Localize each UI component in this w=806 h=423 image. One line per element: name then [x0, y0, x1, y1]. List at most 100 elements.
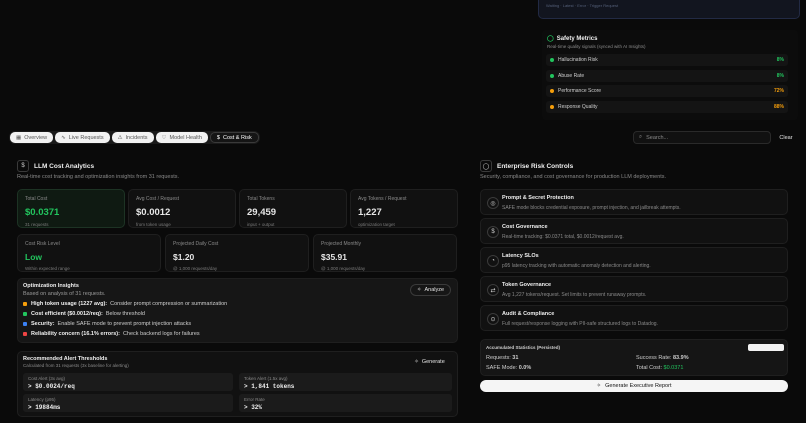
stat-sub: 31 requests	[25, 222, 49, 227]
insight-bold: Security:	[31, 321, 55, 327]
stat-sub: @ 1,000 requests/day	[173, 266, 218, 271]
status-dot-icon	[23, 301, 27, 306]
risk-control-icon: ⊙	[487, 313, 499, 325]
status-dot-icon	[23, 331, 27, 336]
tab-incidents[interactable]: ⚠ Incidents	[111, 132, 154, 143]
insight-item: Cost efficient ($0.0012/req): Below thres…	[23, 311, 145, 317]
safety-metric-row: Hallucination Risk 8%	[546, 54, 788, 66]
stat-value: 1,227	[358, 207, 382, 218]
generate-label: Generate	[421, 359, 445, 365]
risk-control-item: ⊙ Audit & Compliance Full request/response…	[480, 305, 788, 331]
status-dot-icon	[23, 321, 27, 326]
dollar-icon: $	[17, 160, 29, 172]
threshold-value: > 19884ms	[28, 404, 61, 411]
safety-metric-label: Response Quality	[558, 103, 598, 110]
accumulated-title: Accumulated Statistics (Persisted)	[486, 345, 561, 350]
clear-button[interactable]: Clear	[777, 131, 795, 144]
safety-title-text: Safety Metrics	[556, 35, 598, 42]
stat-label: Total Cost	[25, 196, 48, 202]
threshold-item: Error Rate > 32%	[239, 394, 452, 412]
safety-metric-value: 88%	[773, 103, 784, 110]
stat-label: Projected Daily Cost	[173, 241, 219, 247]
risk-control-icon: ◔	[487, 255, 499, 267]
top-panel-note: Waiting · Latest · Error · Trigger Reque…	[546, 3, 619, 8]
risk-control-desc: Full request/response logging with PII-s…	[502, 321, 658, 327]
safety-metric-row: Abuse Rate 8%	[546, 69, 788, 82]
shield-icon: ◯	[547, 36, 554, 42]
threshold-value: > 32%	[244, 404, 263, 411]
threshold-value: > 1,841 tokens	[244, 383, 295, 390]
safety-metric-value: 72%	[773, 88, 784, 94]
risk-control-icon: ⇄	[487, 284, 499, 296]
cost-subtitle: Real-time cost tracking and optimization…	[17, 174, 180, 180]
tab-label: Cost & Risk	[222, 134, 252, 141]
tab-icon: ⚠	[117, 134, 123, 141]
tab-overview[interactable]: ▦ Overview	[10, 132, 54, 143]
tab-cost-risk[interactable]: $ Cost & Risk	[209, 132, 259, 143]
stat-sub: Within expected range	[25, 266, 70, 271]
success-value: 83.9%	[673, 355, 689, 361]
risk-control-item: ⇄ Token Governance Avg 1,227 tokens/reques…	[480, 276, 788, 302]
safety-metric-value: 8%	[776, 72, 784, 79]
risk-control-title: Token Governance	[502, 282, 552, 288]
risk-subtitle: Security, compliance, and cost governanc…	[480, 174, 667, 180]
risk-title: Enterprise Risk Controls	[497, 162, 574, 170]
stat-sub: @ 1,000 requests/day	[321, 266, 366, 271]
risk-control-item: ◎ Prompt & Secret Protection SAFE mode blo…	[480, 189, 788, 215]
insight-text: Check backend logs for failures	[122, 331, 200, 337]
risk-control-desc: SAFE mode blocks credential exposure, pr…	[502, 205, 681, 211]
sparkle-icon: ✧	[596, 383, 602, 389]
tab-label: Live Requests	[68, 134, 104, 141]
total-cost-stat: Total Cost: $0.0371	[636, 365, 683, 371]
threshold-label: Cost Alert (3x avg)	[28, 376, 66, 381]
status-dot-icon	[23, 311, 27, 316]
thresholds-subtitle: Calculated from 31 requests (3x baseline…	[23, 363, 129, 368]
requests-value: 31	[512, 355, 519, 361]
threshold-value: > $0.0024/req	[28, 383, 75, 390]
safety-metric-label: Hallucination Risk	[558, 57, 598, 63]
tab-live-requests[interactable]: ∿ Live Requests	[55, 132, 110, 143]
search-input[interactable]: ⌕ Search...	[633, 131, 771, 144]
tab-model-health[interactable]: ♡ Model Health	[155, 132, 208, 143]
risk-control-item: ◔ Latency SLOs p95 latency tracking with a…	[480, 247, 788, 273]
tab-icon: ∿	[61, 134, 66, 141]
success-label: Success Rate:	[636, 355, 672, 361]
stat-sub: input + output	[247, 222, 275, 227]
risk-control-desc: p95 latency tracking with automatic anom…	[502, 263, 651, 269]
total-cost-value: $0.0371	[663, 365, 684, 371]
safety-title: ◯ Safety Metrics	[547, 35, 598, 43]
cost-title: LLM Cost Analytics	[34, 162, 95, 170]
accumulated-reset-button[interactable]	[748, 344, 784, 351]
insight-item: High token usage (1227 avg): Consider pro…	[23, 301, 227, 307]
status-dot-icon	[550, 104, 554, 109]
stat-value: $0.0012	[136, 207, 171, 218]
safety-metric-row: Performance Score 72%	[546, 85, 788, 97]
tab-icon: ♡	[161, 134, 167, 141]
shield-icon: ◯	[480, 160, 492, 172]
insight-bold: High token usage (1227 avg):	[31, 301, 108, 307]
cost-stat-card: Total Cost $0.0371 31 requests	[17, 189, 125, 228]
threshold-label: Token Alert (1.5x avg)	[244, 376, 288, 381]
threshold-item: Latency (p95) > 19884ms	[23, 394, 233, 412]
cost-projection-card: Projected Daily Cost $1.20 @ 1,000 request…	[165, 234, 309, 272]
cost-projection-card: Cost Risk Level Low Within expected range	[17, 234, 161, 272]
risk-control-title: Prompt & Secret Protection	[502, 195, 574, 201]
tab-label: Model Health	[169, 134, 202, 141]
generate-report-button[interactable]: ✧ Generate Executive Report	[480, 380, 788, 392]
requests-stat: Requests: 31	[486, 355, 518, 361]
cost-stat-card: Avg Cost / Request $0.0012 from token usag…	[128, 189, 236, 228]
tab-label: Overview	[24, 134, 48, 141]
tab-icon: $	[216, 134, 220, 141]
safe-stat: SAFE Mode: 0.0%	[486, 365, 531, 371]
generate-button[interactable]: ✧ Generate	[407, 356, 452, 368]
cost-stat-card: Total Tokens 29,459 input + output	[239, 189, 347, 228]
stat-value: $1.20	[173, 252, 195, 262]
analyze-button[interactable]: ✧ Analyze	[410, 284, 451, 296]
risk-control-icon: ◎	[487, 197, 499, 209]
stat-sub: from token usage	[136, 222, 171, 227]
threshold-label: Error Rate	[244, 397, 265, 402]
analyze-label: Analyze	[424, 287, 445, 293]
stat-value: $0.0371	[25, 207, 60, 218]
risk-control-item: $ Cost Governance Real-time tracking: $0.0…	[480, 218, 788, 244]
search-placeholder: Search...	[646, 134, 669, 141]
